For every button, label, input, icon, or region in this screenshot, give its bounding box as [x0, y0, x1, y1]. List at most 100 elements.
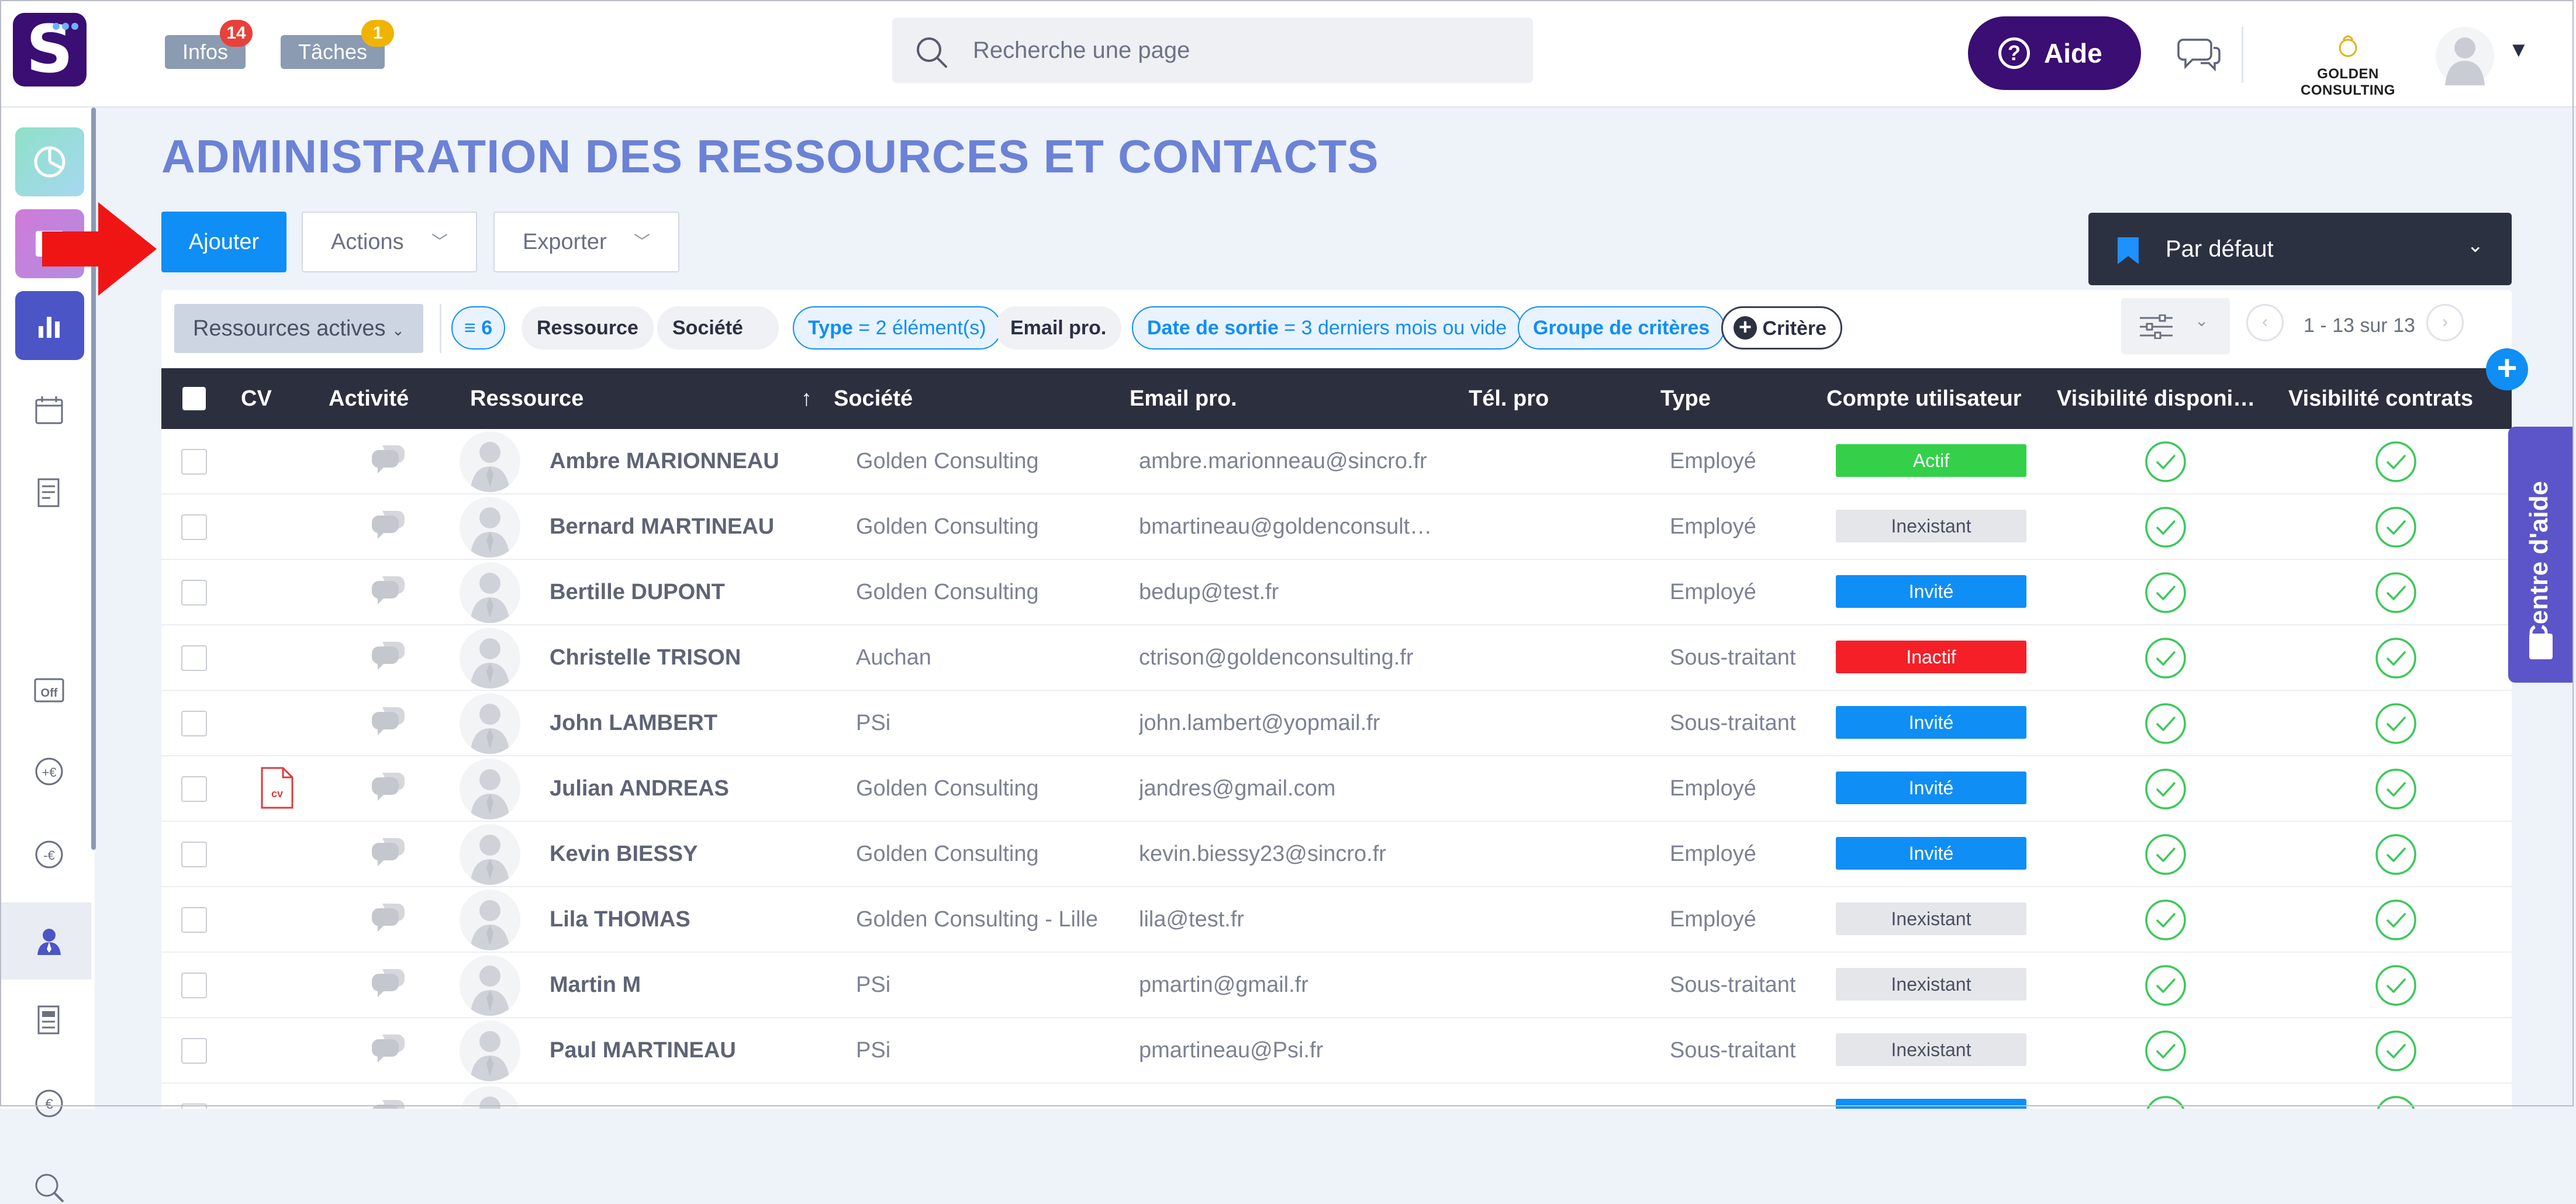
visibility-contracts-check-icon[interactable]: [2374, 570, 2418, 615]
analytics-search-icon[interactable]: [33, 1171, 65, 1204]
resource-name[interactable]: Ambre MARIONNEAU: [550, 429, 824, 493]
filter-count-chip[interactable]: ≡ 6: [451, 306, 506, 350]
activity-chat-icon[interactable]: [370, 442, 407, 477]
chip-type-filter[interactable]: Type = 2 élément(s): [793, 306, 1002, 350]
table-row[interactable]: Martin M PSi pmartin@gmail.fr Sous-traitant…: [161, 953, 2512, 1018]
visibility-contracts-check-icon[interactable]: [2374, 701, 2418, 746]
table-row[interactable]: Paul MARTINEAU PSi pmartineau@Psi.fr Sous-t…: [161, 1018, 2512, 1084]
activity-chat-icon[interactable]: [370, 573, 407, 608]
visibility-contracts-check-icon[interactable]: [2374, 832, 2418, 877]
chat-icon[interactable]: [2177, 35, 2222, 74]
visibility-availability-check-icon[interactable]: [2143, 505, 2188, 549]
avatar[interactable]: [460, 890, 520, 950]
row-checkbox[interactable]: [181, 907, 207, 933]
visibility-contracts-check-icon[interactable]: [2374, 440, 2418, 484]
activity-chat-icon[interactable]: [370, 835, 407, 870]
visibility-availability-check-icon[interactable]: [2143, 701, 2188, 746]
invoice-icon[interactable]: [33, 1004, 65, 1037]
visibility-availability-check-icon[interactable]: [2143, 1094, 2188, 1109]
table-row[interactable]: Bernard MARTINEAU Golden Consulting bmarti…: [161, 494, 2512, 560]
row-checkbox[interactable]: [181, 645, 207, 671]
activity-chat-icon[interactable]: [370, 900, 407, 935]
aide-button[interactable]: ? Aide: [1968, 16, 2141, 90]
taches-button[interactable]: Tâches 1: [281, 20, 395, 69]
resource-name[interactable]: Bertille DUPONT: [550, 560, 824, 624]
search-input[interactable]: Recherche une page: [892, 18, 1533, 83]
resources-person-icon[interactable]: [33, 925, 65, 957]
visibility-availability-check-icon[interactable]: [2143, 963, 2188, 1008]
add-criterion-button[interactable]: + Critère: [1721, 306, 1843, 350]
resource-name[interactable]: Julian ANDREAS: [550, 756, 824, 821]
expense-minus-icon[interactable]: -€: [33, 838, 65, 871]
resource-name[interactable]: Lila THOMAS: [550, 887, 824, 952]
resource-name[interactable]: Paul MARTINEAU: [550, 1018, 824, 1082]
revenue-plus-icon[interactable]: +€: [33, 755, 65, 788]
column-header-email[interactable]: Email pro.: [1130, 368, 1237, 429]
sort-ascending-icon[interactable]: ↑: [801, 368, 812, 429]
resource-name[interactable]: Martin M: [550, 953, 824, 1017]
resource-name[interactable]: John LAMBERT: [550, 691, 824, 755]
activity-chat-icon[interactable]: [370, 769, 407, 804]
chip-ressource[interactable]: Ressource: [522, 306, 654, 350]
row-checkbox[interactable]: [181, 449, 207, 475]
visibility-contracts-check-icon[interactable]: [2374, 636, 2418, 680]
visibility-availability-check-icon[interactable]: [2143, 1029, 2188, 1073]
table-row[interactable]: Ambre MARIONNEAU Golden Consulting ambre.m…: [161, 429, 2512, 494]
saved-view-selector[interactable]: Par défaut ⌄: [2088, 213, 2512, 285]
column-header-cv[interactable]: CV: [241, 368, 272, 429]
avatar[interactable]: [460, 1020, 520, 1081]
row-checkbox[interactable]: [181, 1038, 207, 1064]
add-button[interactable]: Ajouter: [161, 212, 286, 272]
visibility-contracts-check-icon[interactable]: [2374, 767, 2418, 811]
user-avatar[interactable]: [2436, 27, 2494, 85]
document-icon[interactable]: [33, 477, 65, 510]
avatar[interactable]: [460, 693, 520, 754]
column-header-compte[interactable]: Compte utilisateur: [1826, 368, 2022, 429]
column-settings-button[interactable]: ⌄: [2121, 298, 2230, 354]
next-page-button[interactable]: ›: [2426, 304, 2464, 341]
table-row[interactable]: [161, 1084, 2512, 1109]
visibility-availability-check-icon[interactable]: [2143, 570, 2188, 615]
visibility-availability-check-icon[interactable]: [2143, 898, 2188, 942]
resource-name[interactable]: Bernard MARTINEAU: [550, 494, 824, 559]
visibility-availability-check-icon[interactable]: [2143, 636, 2188, 680]
calendar-icon[interactable]: [33, 394, 65, 427]
column-header-visibilite-contrats[interactable]: Visibilité contrats: [2288, 368, 2473, 429]
avatar[interactable]: [460, 562, 520, 623]
avatar[interactable]: [460, 628, 520, 689]
activity-chat-icon[interactable]: [370, 507, 407, 542]
table-row[interactable]: Christelle TRISON Auchan ctrison@goldencon…: [161, 625, 2512, 691]
visibility-contracts-check-icon[interactable]: [2374, 1094, 2418, 1109]
cv-file-icon[interactable]: cv: [260, 766, 295, 810]
sidebar-item-dashboard[interactable]: [15, 127, 84, 196]
avatar[interactable]: [460, 1086, 520, 1109]
avatar[interactable]: [460, 497, 520, 558]
infos-button[interactable]: Infos 14: [165, 20, 253, 69]
sidebar-item-reporting[interactable]: [15, 291, 84, 360]
visibility-contracts-check-icon[interactable]: [2374, 505, 2418, 549]
avatar[interactable]: [460, 431, 520, 492]
avatar[interactable]: [460, 759, 520, 819]
activity-chat-icon[interactable]: [370, 966, 407, 1001]
avatar[interactable]: [460, 955, 520, 1016]
add-column-button[interactable]: +: [2486, 348, 2528, 390]
column-header-type[interactable]: Type: [1660, 368, 1711, 429]
row-checkbox[interactable]: [181, 1103, 207, 1109]
app-logo[interactable]: S: [13, 13, 87, 87]
active-resources-selector[interactable]: Ressources actives ⌄: [174, 304, 423, 353]
row-checkbox[interactable]: [181, 580, 207, 606]
visibility-availability-check-icon[interactable]: [2143, 832, 2188, 877]
column-header-tel[interactable]: Tél. pro: [1469, 368, 1549, 429]
visibility-availability-check-icon[interactable]: [2143, 767, 2188, 811]
table-row[interactable]: Kevin BIESSY Golden Consulting kevin.biess…: [161, 822, 2512, 887]
help-center-tab[interactable]: Centre d'aide: [2508, 427, 2574, 683]
chip-groupe-criteres[interactable]: Groupe de critères: [1518, 306, 1725, 350]
euro-coin-icon[interactable]: €: [33, 1087, 65, 1120]
actions-dropdown[interactable]: Actions ﹀: [302, 212, 477, 272]
row-checkbox[interactable]: [181, 776, 207, 802]
visibility-contracts-check-icon[interactable]: [2374, 898, 2418, 942]
row-checkbox[interactable]: [181, 711, 207, 736]
row-checkbox[interactable]: [181, 973, 207, 998]
chip-societe[interactable]: Société: [657, 306, 779, 350]
activity-chat-icon[interactable]: [370, 638, 407, 673]
